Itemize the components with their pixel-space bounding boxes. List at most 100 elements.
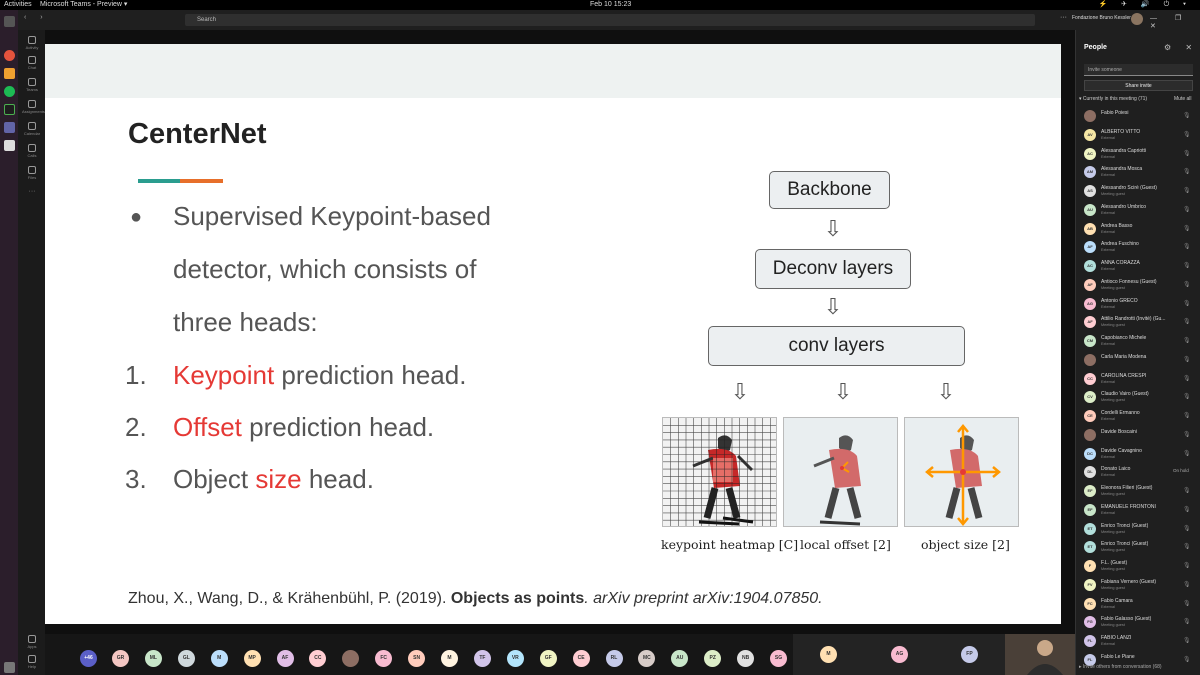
mic-muted-icon[interactable]: 🎙: [1183, 525, 1191, 532]
mic-muted-icon[interactable]: 🎙: [1183, 225, 1191, 232]
mic-muted-icon[interactable]: 🎙: [1183, 600, 1191, 607]
participant-avatar[interactable]: GF: [539, 650, 557, 667]
back-forward-icon[interactable]: ‹ ›: [24, 14, 49, 21]
invite-someone-input[interactable]: Invite someone: [1084, 64, 1193, 76]
mic-muted-icon[interactable]: 🎙: [1183, 375, 1191, 382]
more-participants-badge[interactable]: +46: [80, 650, 97, 667]
participant-avatar[interactable]: AF: [276, 650, 294, 667]
participant-row[interactable]: Davide Boscaini 🎙: [1076, 426, 1200, 445]
teams-icon[interactable]: [4, 122, 15, 133]
participant-row[interactable]: CE Cordelli Ermanno External 🎙: [1076, 407, 1200, 426]
participant-row[interactable]: DL Donato Laico External On hold: [1076, 463, 1200, 482]
participant-row[interactable]: CM Capobianco Michele External 🎙: [1076, 332, 1200, 351]
rail-help[interactable]: Help: [22, 655, 42, 669]
participant-avatar[interactable]: GR: [112, 650, 129, 667]
participant-row[interactable]: AF Attilio Randrotti (Invité) (Gu... Meeti…: [1076, 313, 1200, 332]
mic-muted-icon[interactable]: 🎙: [1183, 581, 1191, 588]
participant-avatar[interactable]: NB: [737, 650, 755, 667]
participant-row[interactable]: AC ANNA CORAZZA External 🎙: [1076, 257, 1200, 276]
participant-row[interactable]: CC CAROLINA CRESPI External 🎙: [1076, 370, 1200, 389]
participant-row[interactable]: AG Antonio GRECO External 🎙: [1076, 295, 1200, 314]
rail-apps[interactable]: Apps: [22, 635, 42, 649]
system-tray[interactable]: ⚡ ✈ 🔊 ⏻ ▾: [1098, 0, 1192, 10]
participant-row[interactable]: Fabio Poiesi 🎙: [1076, 107, 1200, 126]
participant-row[interactable]: AU Alessandro Umbrico External 🎙: [1076, 201, 1200, 220]
mic-muted-icon[interactable]: 🎙: [1183, 393, 1191, 400]
participant-avatar[interactable]: M: [441, 650, 458, 667]
participant-row[interactable]: FG Fabio Galasso (Guest) Meeting guest 🎙: [1076, 613, 1200, 632]
search-input[interactable]: Search: [185, 14, 1035, 26]
files-icon[interactable]: [4, 140, 15, 151]
participant-avatar[interactable]: MP: [243, 650, 261, 667]
mic-muted-icon[interactable]: 🎙: [1183, 300, 1191, 307]
participant-row[interactable]: F F.L. (Guest) Meeting guest 🎙: [1076, 557, 1200, 576]
mic-muted-icon[interactable]: 🎙: [1183, 412, 1191, 419]
sublime-icon[interactable]: [4, 68, 15, 79]
participant-row[interactable]: AS Alessandro Scirè (Guest) Meeting guest 🎙: [1076, 182, 1200, 201]
mute-all-button[interactable]: Mute all: [1174, 96, 1192, 102]
mic-muted-icon[interactable]: 🎙: [1183, 318, 1191, 325]
mic-muted-icon[interactable]: 🎙: [1183, 168, 1191, 175]
profile-avatar[interactable]: [1131, 13, 1143, 25]
participant-row[interactable]: FC Fabio Camara External 🎙: [1076, 595, 1200, 614]
mic-muted-icon[interactable]: 🎙: [1183, 337, 1191, 344]
participant-avatar[interactable]: RL: [605, 650, 623, 667]
mic-muted-icon[interactable]: 🎙: [1183, 637, 1191, 644]
clock[interactable]: Feb 10 15:23: [590, 0, 631, 10]
window-controls[interactable]: — ❐ ✕: [1150, 14, 1200, 30]
rail-calendar[interactable]: Calendar: [22, 122, 42, 136]
participant-row[interactable]: Carla Maria Modena 🎙: [1076, 351, 1200, 370]
participant-avatar[interactable]: M: [210, 650, 228, 667]
participant-row[interactable]: FV Fabiana Vernero (Guest) Meeting guest 🎙: [1076, 576, 1200, 595]
rail-chat[interactable]: Chat: [22, 56, 42, 70]
mic-muted-icon[interactable]: 🎙: [1183, 150, 1191, 157]
participant-row[interactable]: FL FABIO LANZI External 🎙: [1076, 632, 1200, 651]
mic-muted-icon[interactable]: 🎙: [1183, 243, 1191, 250]
rail-activity[interactable]: Activity: [22, 36, 42, 50]
participant-avatar[interactable]: CE: [572, 650, 590, 667]
rail-calls[interactable]: Calls: [22, 144, 42, 158]
mic-muted-icon[interactable]: 🎙: [1183, 281, 1191, 288]
participant-row[interactable]: AC Alessandra Capriotti External 🎙: [1076, 145, 1200, 164]
participant-row[interactable]: EF EMANUELE FRONTONI External 🎙: [1076, 501, 1200, 520]
mic-muted-icon[interactable]: 🎙: [1183, 112, 1191, 119]
participant-row[interactable]: AV ALBERTO VITTO External 🎙: [1076, 126, 1200, 145]
mic-muted-icon[interactable]: 🎙: [1183, 450, 1191, 457]
terminal-icon[interactable]: [4, 16, 15, 27]
participant-avatar[interactable]: VR: [506, 650, 524, 667]
app-menu[interactable]: Microsoft Teams - Preview ▾: [40, 0, 127, 10]
share-invite-button[interactable]: Share invite: [1084, 80, 1193, 91]
self-view-video[interactable]: [1005, 634, 1075, 675]
participant-avatar[interactable]: SG: [770, 650, 787, 667]
panel-settings-close-icon[interactable]: ⚙ ✕: [1164, 43, 1198, 52]
mic-muted-icon[interactable]: 🎙: [1183, 618, 1191, 625]
participant-row[interactable]: AB Andrea Basso External 🎙: [1076, 220, 1200, 239]
participant-row[interactable]: AF Andrea Fuschino External 🎙: [1076, 238, 1200, 257]
mic-muted-icon[interactable]: 🎙: [1183, 431, 1191, 438]
mic-muted-icon[interactable]: 🎙: [1183, 262, 1191, 269]
pycharm-icon[interactable]: [4, 104, 15, 115]
participant-avatar[interactable]: SN: [408, 650, 426, 667]
chrome-icon[interactable]: [4, 50, 15, 61]
spotify-icon[interactable]: [4, 86, 15, 97]
mic-muted-icon[interactable]: 🎙: [1183, 543, 1191, 550]
mic-muted-icon[interactable]: 🎙: [1183, 656, 1191, 663]
rail-teams[interactable]: Teams: [22, 78, 42, 92]
mic-muted-icon[interactable]: 🎙: [1183, 206, 1191, 213]
meeting-section-header[interactable]: ▾ Currently in this meeting (71): [1079, 96, 1147, 102]
mic-muted-icon[interactable]: 🎙: [1183, 187, 1191, 194]
mic-muted-icon[interactable]: 🎙: [1183, 356, 1191, 363]
rail-more[interactable]: ···: [22, 188, 42, 195]
participant-row[interactable]: DC Davide Cavagnino External 🎙: [1076, 445, 1200, 464]
participant-row[interactable]: AM Alessandra Mosca External 🎙: [1076, 163, 1200, 182]
participant-row[interactable]: ET Enrico Tronci (Guest) Meeting guest 🎙: [1076, 538, 1200, 557]
show-apps-icon[interactable]: [4, 662, 15, 673]
mic-muted-icon[interactable]: 🎙: [1183, 487, 1191, 494]
more-options-icon[interactable]: ···: [1060, 14, 1067, 21]
participant-avatar[interactable]: ML: [144, 650, 162, 667]
activities-button[interactable]: Activities: [4, 0, 32, 10]
participant-row[interactable]: EF Eleonora Filieri (Guest) Meeting guest 🎙: [1076, 482, 1200, 501]
participant-row[interactable]: ET Enrico Tronci (Guest) Meeting guest 🎙: [1076, 520, 1200, 539]
mic-muted-icon[interactable]: 🎙: [1183, 506, 1191, 513]
rail-files[interactable]: Files: [22, 166, 42, 180]
